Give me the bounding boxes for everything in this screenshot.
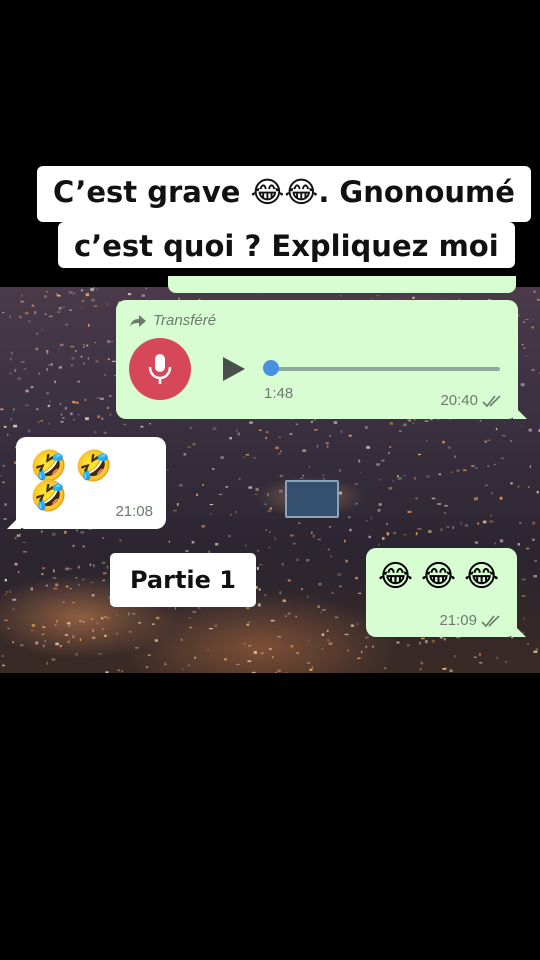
- forward-arrow-icon: [130, 314, 146, 327]
- part-label: Partie 1: [110, 553, 256, 607]
- double-check-icon: [482, 394, 501, 407]
- incoming-message-bubble[interactable]: 🤣🤣🤣 21:08: [7, 437, 166, 529]
- message-timestamp: 20:40: [440, 392, 478, 409]
- bubble-tail: [512, 623, 526, 637]
- voice-message-bubble[interactable]: Transféré 1:48 20:40: [116, 300, 527, 419]
- previous-message-bubble: [168, 276, 516, 293]
- caption-line-1: C’est grave 😂😂. Gnonoumé: [37, 166, 531, 222]
- bubble-tail: [513, 405, 527, 419]
- message-time: 21:08: [115, 503, 153, 520]
- microphone-icon: [148, 354, 172, 384]
- message-emojis: 😂😂😂: [378, 559, 508, 594]
- play-icon[interactable]: [223, 357, 245, 381]
- bubble-tail: [7, 515, 21, 529]
- audio-duration: 1:48: [264, 385, 294, 402]
- message-time: 20:40: [440, 392, 504, 409]
- outgoing-message-bubble[interactable]: 😂😂😂 21:09: [366, 548, 526, 637]
- caption-line-2: c’est quoi ? Expliquez moi: [58, 222, 515, 268]
- double-check-icon: [481, 614, 500, 627]
- forwarded-label: Transféré: [153, 312, 217, 329]
- message-timestamp: 21:09: [439, 612, 477, 629]
- microphone-avatar: [129, 338, 191, 400]
- audio-progress-knob[interactable]: [263, 360, 279, 376]
- forwarded-indicator: Transféré: [129, 312, 216, 329]
- message-time: 21:09: [439, 612, 503, 629]
- audio-progress-track[interactable]: [268, 367, 500, 371]
- stadium-landmark: [285, 480, 339, 518]
- message-timestamp: 21:08: [115, 503, 153, 520]
